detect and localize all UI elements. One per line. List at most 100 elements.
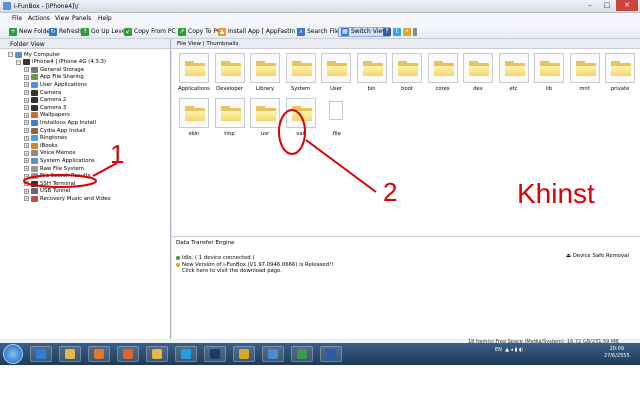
expand-toggle-icon[interactable]: + [24,150,29,156]
tree-item[interactable]: + App File Sharing [24,74,84,81]
facebook-button[interactable]: f [383,27,393,37]
expand-toggle-icon[interactable]: + [24,74,29,80]
folder-item[interactable]: lib [531,53,567,97]
expand-toggle-icon[interactable]: + [24,143,29,149]
tree-item[interactable]: + User Applications [24,81,87,88]
folder-item[interactable]: usr [247,98,283,142]
tree-item[interactable]: + USB Tunnel [24,188,70,195]
taskbar-app-button[interactable] [320,346,342,362]
folder-item[interactable]: Developer [212,53,248,97]
expand-toggle-icon[interactable]: + [24,112,29,118]
folder-item[interactable]: etc [496,53,532,97]
expand-toggle-icon[interactable]: + [24,97,29,103]
file-name: private [610,86,630,92]
maximize-button[interactable]: □ [599,0,615,11]
taskbar-app-button[interactable] [291,346,313,362]
folder-item[interactable]: dev [460,53,496,97]
expand-toggle-icon[interactable]: + [24,173,29,179]
expand-toggle-icon[interactable]: + [24,82,29,88]
expand-toggle-icon[interactable]: + [24,120,29,126]
menu-view[interactable]: View [55,15,69,22]
expand-toggle-icon[interactable]: − [8,52,13,57]
expand-toggle-icon[interactable]: + [24,166,29,171]
folder-item[interactable]: Library [247,53,283,97]
expand-toggle-icon[interactable]: + [24,90,29,95]
folder-item[interactable]: Applications [176,53,212,97]
expand-toggle-icon[interactable]: − [16,59,21,65]
tree-item[interactable]: + General Storage [24,66,84,73]
expand-toggle-icon[interactable]: + [24,128,29,133]
twitter-button[interactable]: t [393,27,403,37]
tree-item[interactable]: + Installous App Install [24,119,96,126]
menu-help[interactable]: Help [98,15,112,22]
folder-icon [605,53,635,83]
idle-status-text: Idle. ( 1 device connected ) [182,255,255,261]
folder-item[interactable]: mnt [567,53,603,97]
folder-item[interactable]: tmp [212,98,248,142]
taskbar-app-button[interactable] [30,346,52,362]
tree-item[interactable]: − My Computer [8,51,60,58]
menu-panels[interactable]: Panels [72,15,91,22]
taskbar-clock[interactable]: 20:09 27/6/2555 [604,346,630,360]
search-files-button[interactable]: ⌕ Search Files [297,27,343,37]
tree-item-label: SSH Terminal [40,180,76,187]
folder-item[interactable]: sbin [176,98,212,142]
expand-toggle-icon[interactable]: + [24,196,29,202]
tree-item[interactable]: + System Applications [24,157,95,164]
folder-item[interactable]: var [283,98,319,142]
taskbar-app-button[interactable] [146,346,168,362]
language-indicator[interactable]: EN [495,347,502,353]
minimize-button[interactable]: – [582,0,598,11]
taskbar-app-button[interactable] [204,346,226,362]
folder-item[interactable]: private [602,53,638,97]
tree-item[interactable]: + Raw File System [24,165,84,172]
tree-item[interactable]: + Voice Memos [24,150,75,157]
chat-button[interactable]: • [403,27,413,37]
expand-toggle-icon[interactable]: + [24,158,29,164]
expand-toggle-icon[interactable]: + [24,105,29,111]
menu-file[interactable]: File [12,15,22,22]
folder-item[interactable]: boot [389,53,425,97]
expand-toggle-icon[interactable]: + [24,188,29,194]
copy-from-pc-button[interactable]: ↙ Copy From PC [124,27,176,37]
taskbar-app-button[interactable] [262,346,284,362]
file-item[interactable]: .file [318,98,354,142]
tree-item[interactable]: + SSH Terminal [24,180,75,187]
close-button[interactable]: ✕ [616,0,638,11]
copy-to-pc-button[interactable]: ↗ Copy To PC [178,27,221,37]
menu-actions[interactable]: Actions [28,15,50,22]
device-safe-removal-link[interactable]: ⏏ Device Safe Removal [566,253,629,259]
tree-item[interactable]: + File Search Results [24,173,90,180]
taskbar-app-button[interactable] [175,346,197,362]
taskbar-app-button[interactable] [117,346,139,362]
tree-item[interactable]: + Wallpapers [24,112,70,119]
start-button[interactable] [3,344,23,364]
tree-item[interactable]: + iBooks [24,142,58,149]
view-tabs[interactable]: File View | Thumbnails [172,39,640,49]
expand-toggle-icon[interactable]: + [24,181,29,187]
tree-item[interactable]: + Cydia App Install [24,127,85,134]
folder-item[interactable]: bin [354,53,390,97]
expand-toggle-icon[interactable]: + [24,67,29,73]
taskbar-app-button[interactable] [88,346,110,362]
install-app-button[interactable]: ▲ Install App [ AppFastIn™ ] [218,27,305,37]
tree-item[interactable]: − iPhone4 | iPhone 4G (4.3.3) [16,59,106,66]
tree-item[interactable]: + Camera 2 [24,97,66,104]
tree-item[interactable]: + Camera [24,89,61,96]
download-page-link[interactable]: Click here to visit the download page. [182,268,282,274]
bookmark-button[interactable] [413,27,419,37]
folder-icon [214,53,245,83]
taskbar-app-button[interactable] [59,346,81,362]
expand-toggle-icon[interactable]: + [24,135,29,141]
tree-item[interactable]: + Camera 3 [24,104,66,111]
folder-item[interactable]: System [283,53,319,97]
app-sharing-icon [31,74,38,81]
tree-item[interactable]: + Ringtones [24,135,67,142]
go-up-level-button[interactable]: ↑ Go Up Level [81,27,127,37]
folder-item[interactable]: User [318,53,354,97]
new-folder-button[interactable]: + New Folder [9,27,53,37]
folder-item[interactable]: cores [425,53,461,97]
tree-item[interactable]: + Recovery Music and Video [24,195,111,202]
taskbar-app-button[interactable] [233,346,255,362]
refresh-button[interactable]: ↻ Refresh [49,27,82,37]
